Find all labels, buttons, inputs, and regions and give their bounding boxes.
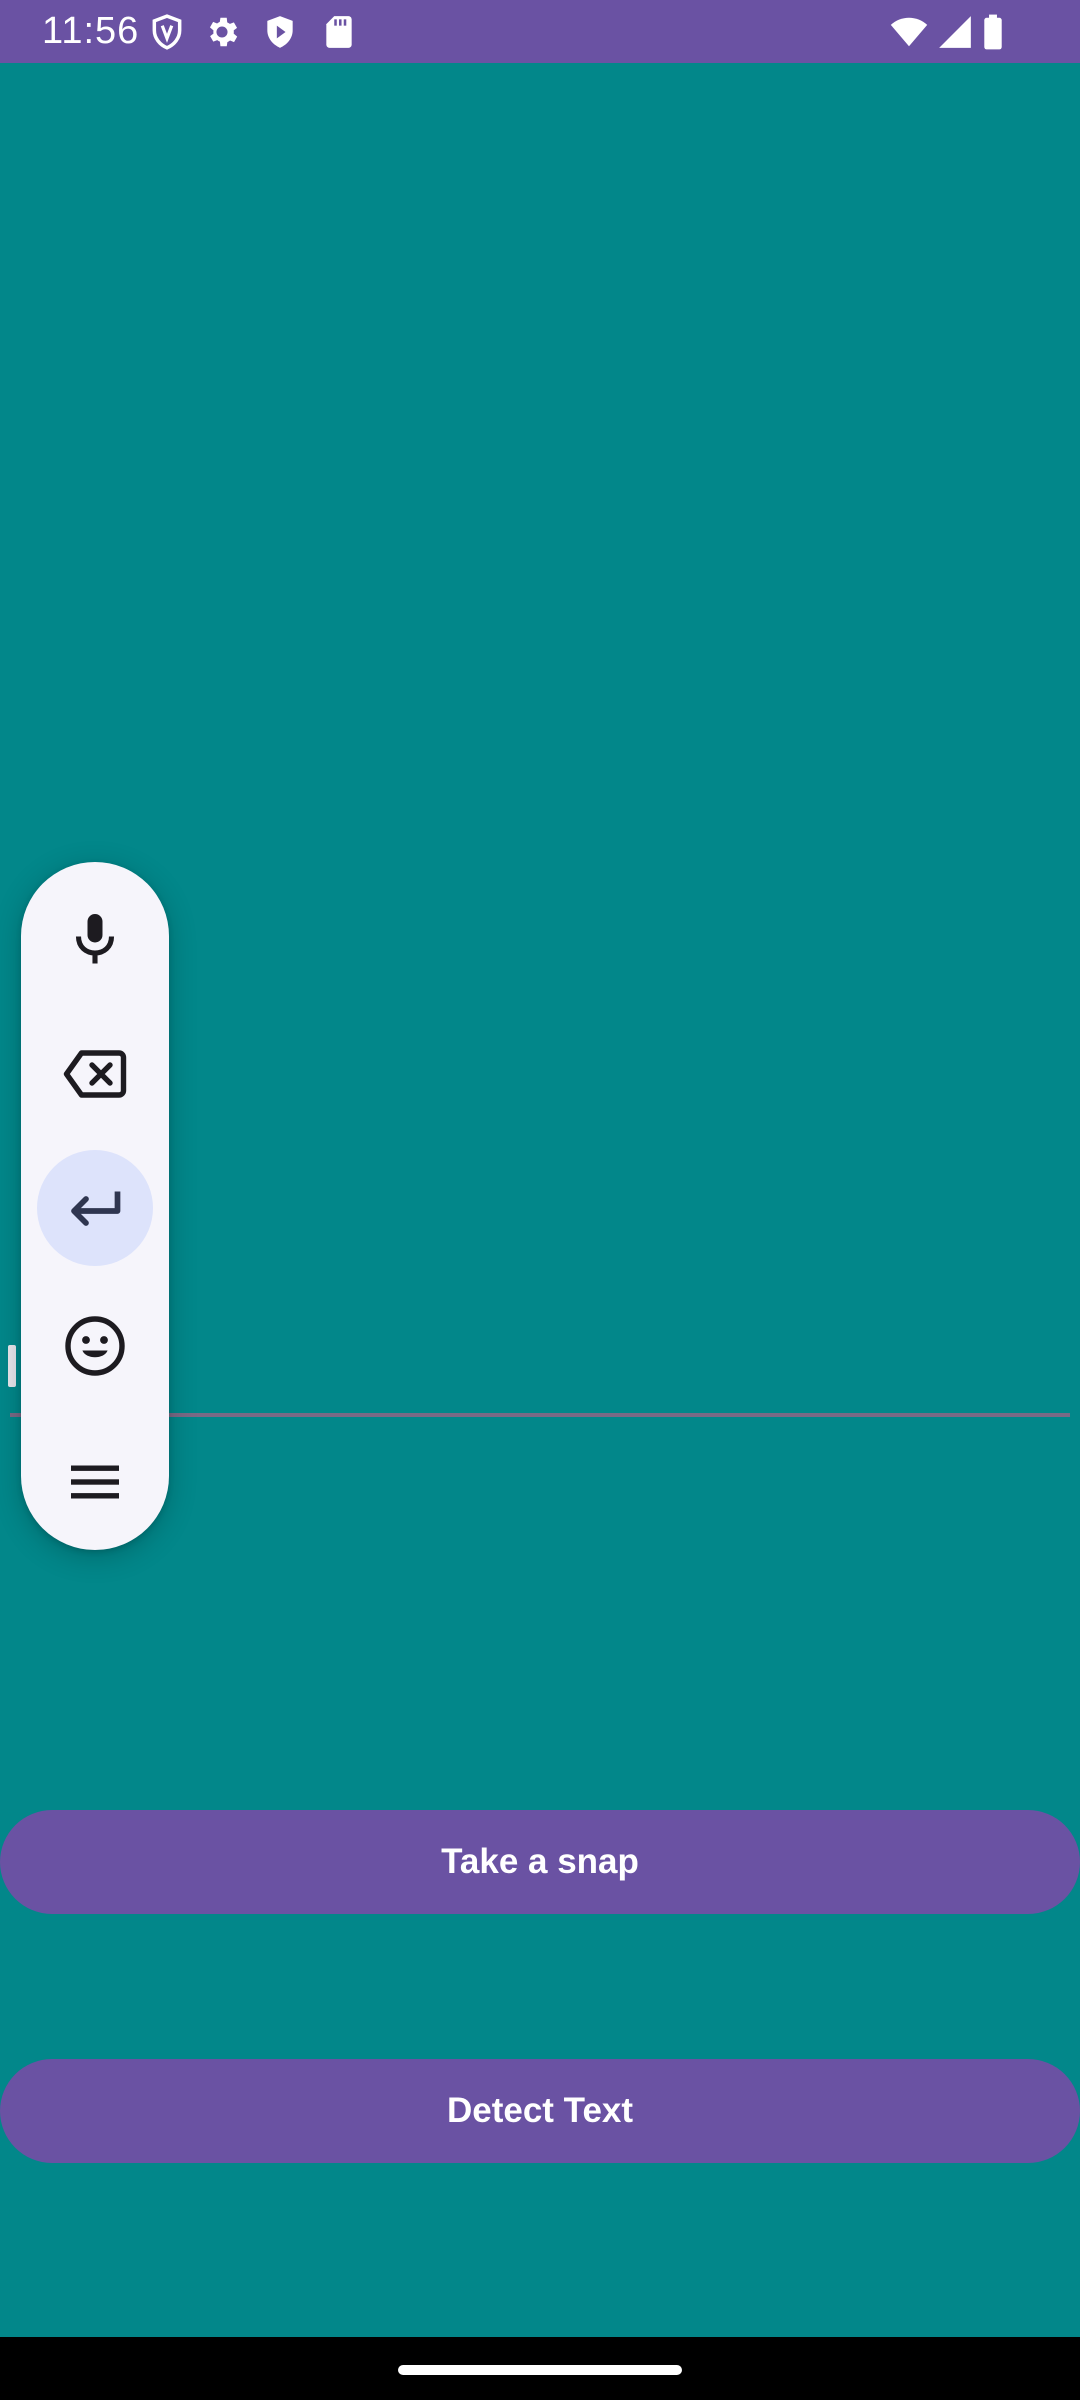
microphone-icon [75,914,115,964]
navigation-bar [0,2337,1080,2400]
detect-text-button[interactable]: Detect Text [0,2059,1080,2163]
cellular-signal-icon [936,13,974,51]
text-input-underline[interactable] [10,1413,1070,1417]
status-time: 11:56 [42,10,140,52]
take-snap-button[interactable]: Take a snap [0,1810,1080,1914]
enter-icon [71,1191,121,1226]
enter-button[interactable] [37,1150,153,1266]
play-protect-icon [261,13,299,51]
emoji-button[interactable] [37,1288,153,1404]
status-bar: 11:56 [0,0,1080,63]
backspace-icon [63,1050,127,1098]
home-gesture-handle[interactable] [398,2365,682,2375]
backspace-button[interactable] [37,1016,153,1132]
battery-icon [978,13,1008,51]
menu-icon [71,1465,119,1499]
emoji-icon [65,1316,125,1376]
text-cursor [8,1345,16,1387]
wifi-icon [888,13,930,51]
voice-input-button[interactable] [37,880,153,996]
vpn-shield-icon [148,13,186,51]
floating-keyboard-toolbar [21,862,169,1550]
settings-gear-icon [203,13,241,51]
sd-card-icon [320,13,358,51]
menu-button[interactable] [37,1424,153,1540]
